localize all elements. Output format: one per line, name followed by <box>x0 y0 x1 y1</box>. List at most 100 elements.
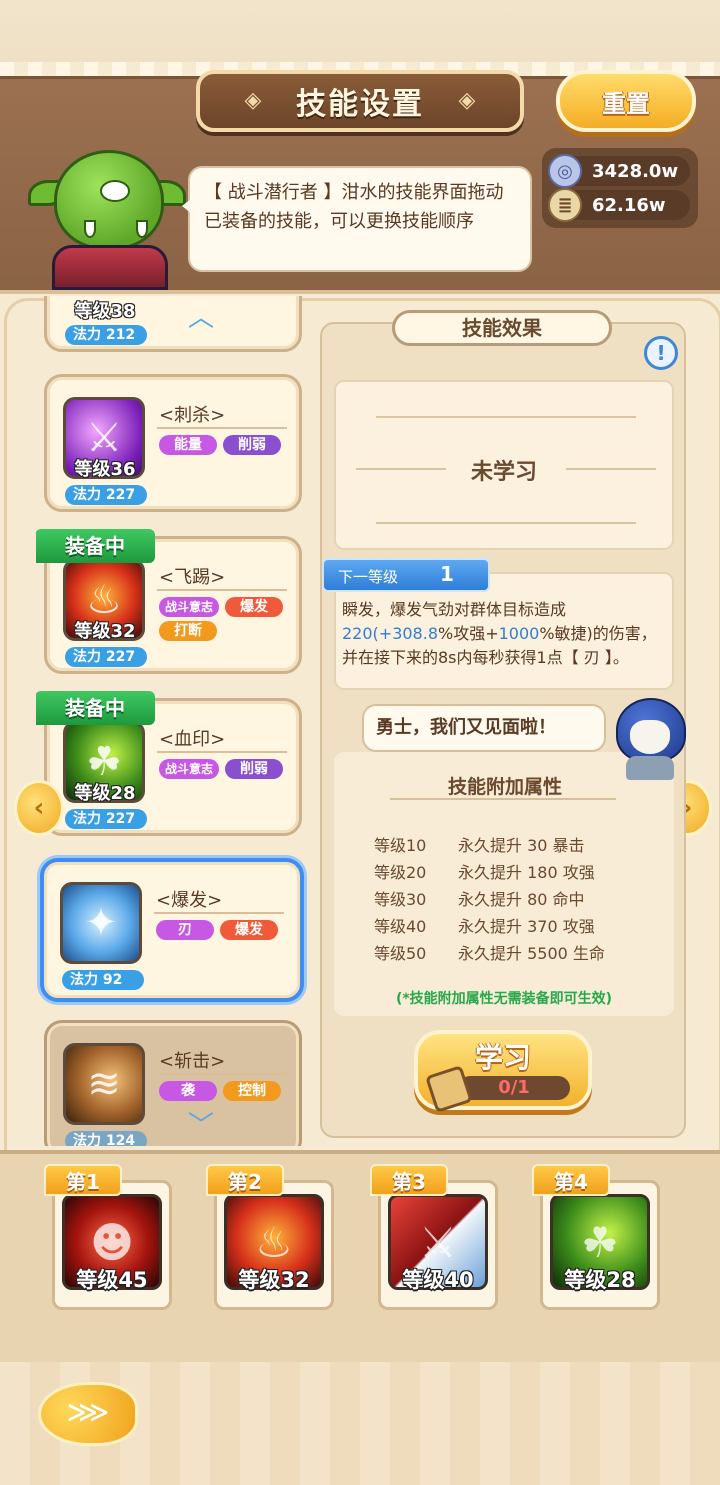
attribute-row: 等级20 永久提升 180 攻强 <box>374 859 595 883</box>
dash-figure-icon: ✦ <box>84 900 118 946</box>
skill-card-burst[interactable]: ✦ 法力 92 <爆发> 刃 爆发 <box>40 858 304 1002</box>
divider <box>157 427 287 429</box>
skill-mana: 法力 212 <box>65 325 147 345</box>
attribute-level: 等级30 <box>374 890 427 909</box>
attribute-level: 等级50 <box>374 944 427 963</box>
attribute-bonus: 永久提升 30 暴击 <box>458 836 585 855</box>
slot-level: 等级40 <box>402 1268 474 1292</box>
attribute-level: 等级10 <box>374 836 427 855</box>
divider <box>376 416 636 418</box>
skill-mana: 法力 124 <box>65 1131 147 1146</box>
resource-panel: ◎ 3428.0w ≣ 62.16w <box>542 148 698 228</box>
hero-speech-bubble: 勇士，我们又见面啦！ <box>362 704 606 752</box>
slash-icon: ≋ <box>63 1043 145 1125</box>
scroll-down-icon[interactable]: ﹀ <box>184 1113 218 1139</box>
scroll-icon: ≣ <box>548 188 582 222</box>
skill-tag: 爆发 <box>220 920 278 940</box>
title-ornament-right-icon: ◈ <box>458 88 476 113</box>
skill-card[interactable]: 等级38 法力 212 <box>44 296 302 352</box>
equip-slot-1[interactable]: ☻ 第1 等级45 <box>44 1164 176 1314</box>
orc-tusk-left <box>84 220 96 238</box>
learn-button[interactable]: 学习 0/1 <box>414 1030 592 1113</box>
slash-glyph-icon: ≋ <box>87 1061 121 1107</box>
next-level-value: 1 <box>440 562 454 586</box>
divider <box>376 522 636 524</box>
orc-npc-portrait <box>18 140 186 290</box>
resource-scrolls: ≣ 62.16w <box>548 188 690 222</box>
fishbone-back-icon[interactable]: ⋙ <box>38 1382 138 1446</box>
slot-level: 等级28 <box>564 1268 636 1292</box>
page-title: 技能设置 <box>296 87 424 122</box>
desc-text: 瞬发，爆发气劲对群体目标造成 <box>342 600 567 619</box>
skill-tag: 控制 <box>223 1081 281 1101</box>
skill-tag: 爆发 <box>225 597 283 617</box>
desc-value: 08.8 <box>402 624 438 643</box>
skill-level: 等级28 <box>74 783 136 804</box>
scroll-value: 62.16w <box>592 194 666 216</box>
burst-icon: ✦ <box>60 882 142 964</box>
skill-mana: 法力 92 <box>62 970 144 990</box>
skill-name: <刺杀> <box>159 405 226 426</box>
skill-status: 未学习 <box>470 460 537 485</box>
desc-value: 1000 <box>498 624 540 643</box>
skill-tag: 削弱 <box>223 435 281 455</box>
skill-tag: 战斗意志 <box>159 597 219 617</box>
orc-eye <box>100 180 130 202</box>
equip-slot-2[interactable]: ♨ 第2 等级32 <box>206 1164 338 1314</box>
skill-level: 等级36 <box>74 459 136 480</box>
skill-card-blood-seal[interactable]: ☘ 等级28 法力 227 <血印> 战斗意志 削弱 装备中 <box>36 691 302 836</box>
attribute-bonus: 永久提升 180 攻强 <box>458 863 595 882</box>
skill-tag: 战斗意志 <box>159 759 219 779</box>
learn-progress: 0/1 <box>458 1076 570 1100</box>
divider <box>390 798 616 800</box>
hero-body <box>626 756 674 780</box>
skill-name: <爆发> <box>156 890 223 911</box>
skill-effect-title: 技能效果 <box>392 310 612 346</box>
desc-value: 220(+3 <box>342 624 403 643</box>
slot-order-badge: 第4 <box>532 1164 610 1196</box>
npc-dialog-text: 【 战斗潜行者 】泔水的技能界面拖动已装备的技能，可以更换技能顺序 <box>204 182 504 232</box>
divider <box>157 1073 287 1075</box>
next-level-label: 下一等级 <box>338 568 399 586</box>
page-title-plate: ◈ 技能设置 ◈ <box>196 70 524 132</box>
attribute-row: 等级50 永久提升 5500 生命 <box>374 940 605 964</box>
skill-list[interactable]: 等级38 法力 212 ︿ ⚔ 等级36 法力 227 <刺杀> 能量 削弱 ♨… <box>36 296 312 1146</box>
attribute-bonus: 永久提升 80 命中 <box>458 890 585 909</box>
info-icon[interactable]: ! <box>644 336 678 370</box>
divider <box>154 912 284 914</box>
skill-tag: 袭 <box>159 1081 217 1101</box>
skill-card-assassinate[interactable]: ⚔ 等级36 法力 227 <刺杀> 能量 削弱 <box>44 374 302 512</box>
prev-arrow-icon[interactable]: ‹ <box>14 780 64 836</box>
hero-portrait <box>612 698 688 780</box>
equip-slot-3[interactable]: ⚔ 第3 等级40 <box>370 1164 502 1314</box>
scroll-up-icon[interactable]: ︿ <box>184 305 218 331</box>
skill-card-slash[interactable]: ≋ 法力 124 <斩击> 袭 控制 <box>44 1020 302 1146</box>
skill-level: 等级38 <box>74 301 136 322</box>
slot-order-badge: 第2 <box>206 1164 284 1196</box>
skill-mana: 法力 227 <box>65 485 147 505</box>
attribute-row: 等级40 永久提升 370 攻强 <box>374 913 595 937</box>
equipped-badge: 装备中 <box>36 691 155 725</box>
divider <box>157 589 287 591</box>
desc-text: %攻强+ <box>438 624 499 643</box>
skill-mana: 法力 227 <box>65 809 147 829</box>
coin-value: 3428.0w <box>592 160 679 182</box>
skill-status-box: 未学习 <box>334 380 674 550</box>
slot-order-badge: 第3 <box>370 1164 448 1196</box>
skill-level: 等级32 <box>74 621 136 642</box>
slot-level: 等级45 <box>76 1268 148 1292</box>
skill-tag: 刃 <box>156 920 214 940</box>
attribute-bonus: 永久提升 5500 生命 <box>458 944 605 963</box>
skill-name: <飞踢> <box>159 567 226 588</box>
attribute-row: 等级30 永久提升 80 命中 <box>374 886 585 910</box>
divider <box>157 751 287 753</box>
attribute-level: 等级40 <box>374 917 427 936</box>
skill-tag: 打断 <box>159 621 217 641</box>
orc-body <box>52 245 168 290</box>
title-ornament-left-icon: ◈ <box>244 88 262 113</box>
slot-level: 等级32 <box>238 1268 310 1292</box>
reset-button[interactable]: 重置 <box>556 70 696 132</box>
equip-slot-4[interactable]: ☘ 第4 等级28 <box>532 1164 664 1314</box>
skill-card-flying-kick[interactable]: ♨ 等级32 法力 227 <飞踢> 战斗意志 爆发 打断 装备中 <box>36 529 302 674</box>
next-level-tag: 下一等级 1 <box>322 558 490 592</box>
